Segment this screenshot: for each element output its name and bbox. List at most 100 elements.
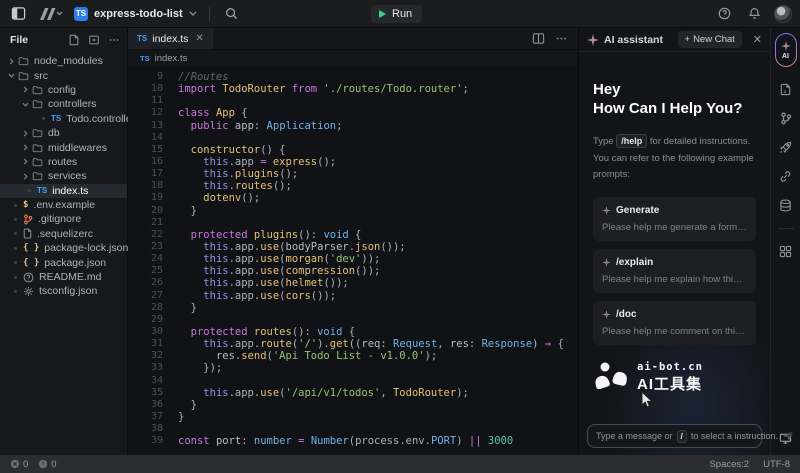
new-chat-button[interactable]: + New Chat (678, 31, 742, 48)
line-number: 27 (128, 290, 163, 302)
tree-item-label: .sequelizerc (37, 228, 93, 240)
sparkle-icon (602, 310, 611, 319)
sidebar-toggle-icon[interactable] (8, 4, 28, 24)
prompt-card-explain[interactable]: /explainPlease help me explain how this … (593, 249, 756, 293)
sparkle-icon (587, 34, 599, 46)
database-icon[interactable] (779, 199, 792, 212)
indentation-setting[interactable]: Spaces:2 (709, 459, 749, 470)
chevron-right-icon[interactable] (22, 173, 32, 180)
tree-item-label: .gitignore (38, 213, 81, 225)
tree-item-index-ts[interactable]: TSindex.ts (0, 184, 127, 198)
chevron-down-icon[interactable] (8, 72, 18, 79)
chevron-right-icon[interactable] (22, 144, 32, 151)
line-number: 32 (128, 350, 163, 362)
ai-panel-toggle[interactable]: AI (775, 33, 797, 67)
tree-item-config[interactable]: config (0, 83, 127, 97)
tree-item-routes[interactable]: routes (0, 155, 127, 169)
play-icon (378, 9, 387, 19)
tree-item-label: services (48, 170, 87, 182)
app-logo[interactable] (36, 4, 66, 24)
line-number: 28 (128, 302, 163, 314)
docs-icon[interactable]: a (779, 83, 792, 96)
run-label: Run (392, 8, 412, 20)
tree-item-tsconfig-json[interactable]: tsconfig.json (0, 284, 127, 298)
warnings-indicator[interactable]: 0 (38, 459, 56, 470)
line-number: 30 (128, 326, 163, 338)
line-number: 37 (128, 411, 163, 423)
tree-item-package-lock-json[interactable]: { } package-lock.json (0, 241, 127, 255)
tree-item--gitignore[interactable]: .gitignore (0, 212, 127, 226)
code-line-12: 12class App { (128, 107, 578, 119)
run-button[interactable]: Run (371, 5, 422, 23)
project-switcher[interactable]: TS express-todo-list (74, 7, 197, 21)
line-number: 31 (128, 338, 163, 350)
file-dot (14, 261, 17, 264)
tree-item--env-example[interactable]: $.env.example (0, 198, 127, 212)
env-icon: $ (23, 200, 28, 210)
tree-item-package-json[interactable]: { }package.json (0, 255, 127, 269)
line-number: 17 (128, 168, 163, 180)
tree-item-label: package-lock.json (44, 242, 128, 254)
tree-item-todo-controller-ts[interactable]: TSTodo.controller.ts (0, 112, 127, 126)
prompt-title: /explain (616, 257, 653, 268)
chat-placeholder: Type a message or (596, 431, 673, 441)
errors-indicator[interactable]: 0 (10, 459, 28, 470)
file-dot (14, 290, 17, 293)
tree-item-label: package.json (44, 257, 106, 269)
code-line-29: 29 (128, 314, 578, 326)
code-editor[interactable]: 9//Routes10import TodoRouter from './rou… (128, 66, 578, 455)
tree-item--sequelizerc[interactable]: .sequelizerc (0, 227, 127, 241)
tree-item-label: middlewares (48, 142, 107, 154)
chevron-down-icon[interactable] (22, 101, 32, 108)
tree-item-controllers[interactable]: controllers (0, 97, 127, 111)
status-bar: 0 0 Spaces:2 UTF-8 (0, 455, 800, 473)
tab-index-ts[interactable]: TS index.ts ✕ (128, 28, 213, 49)
line-number: 9 (128, 71, 163, 83)
chevron-right-icon[interactable] (22, 86, 32, 93)
editor-pane: TS index.ts ✕ TS index.ts 9//Routes10imp (128, 28, 578, 455)
new-folder-icon[interactable] (87, 33, 101, 47)
line-number: 20 (128, 205, 163, 217)
help-icon[interactable] (714, 4, 734, 24)
split-editor-icon[interactable] (532, 32, 545, 45)
close-panel-icon[interactable]: ✕ (753, 33, 762, 46)
chevron-right-icon[interactable] (22, 130, 32, 137)
svg-text:a: a (784, 89, 787, 94)
file-dot (14, 276, 17, 279)
chat-input[interactable]: Type a message or / to select a instruct… (587, 424, 762, 448)
prompt-card-generate[interactable]: GeneratePlease help me generate a form c… (593, 197, 756, 241)
tab-close-icon[interactable]: ✕ (195, 33, 203, 44)
chevron-right-icon[interactable] (22, 158, 32, 165)
tree-item-readme-md[interactable]: README.md (0, 270, 127, 284)
git-branch-icon[interactable] (780, 112, 792, 125)
chevron-right-icon[interactable] (8, 58, 18, 65)
tree-item-label: db (48, 127, 60, 139)
encoding-setting[interactable]: UTF-8 (763, 459, 790, 470)
editor-more-icon[interactable] (555, 32, 568, 45)
json-icon: { } (23, 243, 39, 253)
line-number: 25 (128, 265, 163, 277)
code-line-24: 24 this.app.use(morgan('dev')); (128, 253, 578, 265)
code-line-9: 9//Routes (128, 71, 578, 83)
tree-item-src[interactable]: src (0, 68, 127, 82)
prompt-card-doc[interactable]: /docPlease help me comment on this code. (593, 301, 756, 345)
send-icon[interactable] (782, 430, 794, 442)
breadcrumb[interactable]: TS index.ts (128, 50, 578, 66)
apps-grid-icon[interactable] (779, 245, 792, 258)
user-avatar[interactable] (774, 5, 792, 23)
deploy-rocket-icon[interactable] (779, 141, 792, 154)
prompt-title: Generate (616, 205, 659, 216)
tree-item-label: README.md (39, 271, 101, 283)
git-icon (23, 214, 33, 225)
tree-item-services[interactable]: services (0, 169, 127, 183)
tree-item-db[interactable]: db (0, 126, 127, 140)
new-file-icon[interactable] (67, 33, 81, 47)
search-icon[interactable] (222, 4, 242, 24)
share-link-icon[interactable] (779, 170, 792, 183)
tree-item-node-modules[interactable]: node_modules (0, 54, 127, 68)
line-number: 19 (128, 192, 163, 204)
tree-item-middlewares[interactable]: middlewares (0, 140, 127, 154)
line-number: 15 (128, 144, 163, 156)
notifications-bell-icon[interactable] (744, 4, 764, 24)
more-icon[interactable] (107, 33, 121, 47)
